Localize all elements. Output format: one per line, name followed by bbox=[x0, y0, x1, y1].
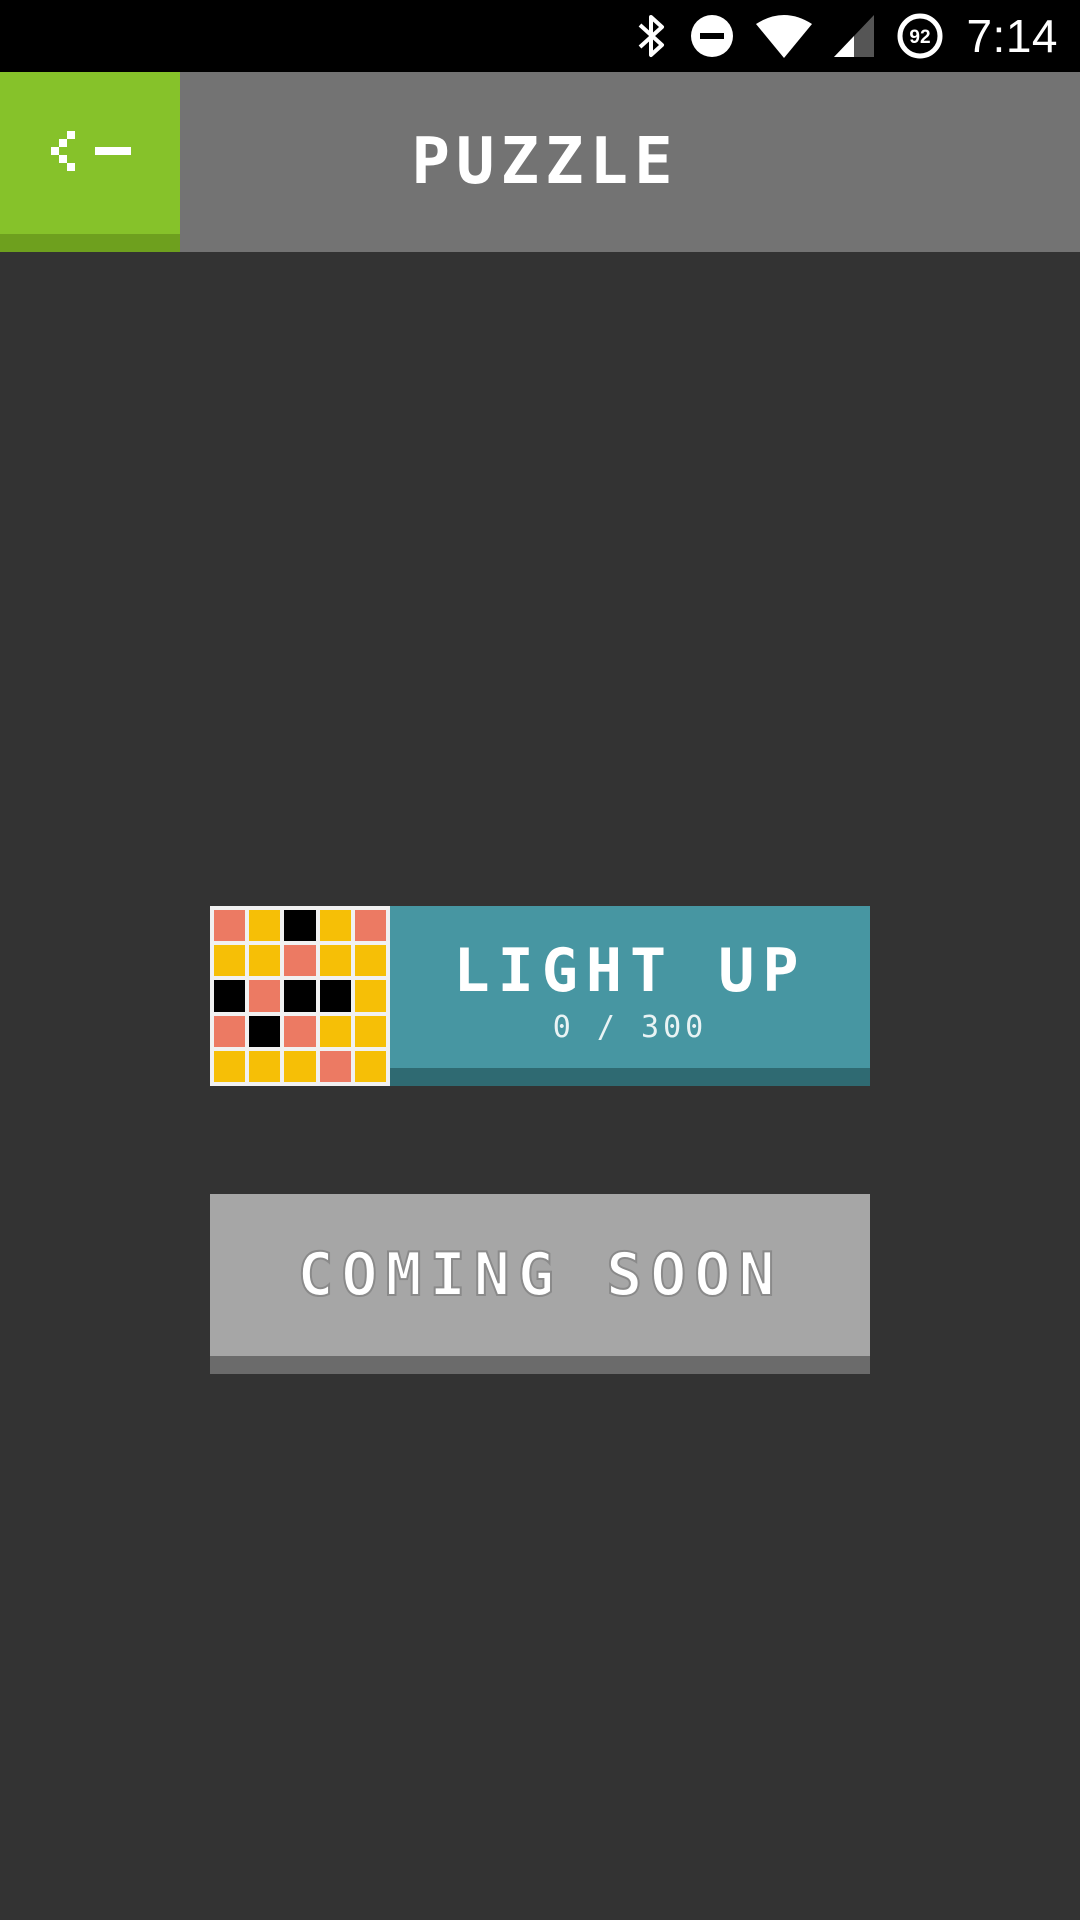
thumbnail-cell bbox=[249, 1015, 281, 1047]
do-not-disturb-icon bbox=[690, 14, 734, 58]
thumbnail-cell bbox=[284, 1015, 316, 1047]
thumbnail-cell bbox=[214, 945, 246, 977]
thumbnail-cell bbox=[354, 980, 386, 1012]
wifi-icon bbox=[756, 14, 813, 58]
battery-icon: 92 bbox=[896, 12, 944, 60]
status-icons: 92 7:14 bbox=[634, 0, 1058, 72]
thumbnail-cell bbox=[249, 945, 281, 977]
thumbnail-cell bbox=[284, 945, 316, 977]
coming-soon-card: COMING SOON bbox=[210, 1194, 870, 1374]
thumbnail-cell bbox=[354, 945, 386, 977]
thumbnail-cell bbox=[319, 1015, 351, 1047]
thumbnail-cell bbox=[319, 910, 351, 942]
thumbnail-cell bbox=[319, 980, 351, 1012]
puzzle-info: LIGHT UP 0 / 300 bbox=[390, 906, 870, 1068]
thumbnail-cell bbox=[354, 1015, 386, 1047]
thumbnail-cell bbox=[214, 910, 246, 942]
thumbnail-cell bbox=[214, 980, 246, 1012]
battery-level: 92 bbox=[910, 27, 931, 48]
bluetooth-icon bbox=[634, 13, 668, 59]
thumbnail-cell bbox=[284, 1050, 316, 1082]
back-button[interactable] bbox=[0, 72, 180, 252]
back-arrow-icon bbox=[47, 127, 133, 179]
puzzle-thumbnail bbox=[210, 906, 390, 1086]
thumbnail-cell bbox=[249, 980, 281, 1012]
thumbnail-cell bbox=[214, 1050, 246, 1082]
cell-signal-icon bbox=[834, 15, 875, 57]
coming-soon-label: COMING SOON bbox=[296, 1239, 783, 1311]
thumbnail-cell bbox=[284, 910, 316, 942]
status-bar: 92 7:14 bbox=[0, 0, 1080, 72]
clock: 7:14 bbox=[966, 10, 1058, 62]
thumbnail-cell bbox=[319, 945, 351, 977]
thumbnail-cell bbox=[354, 1050, 386, 1082]
thumbnail-cell bbox=[284, 980, 316, 1012]
puzzle-card-light-up[interactable]: LIGHT UP 0 / 300 bbox=[210, 906, 870, 1086]
thumbnail-cell bbox=[214, 1015, 246, 1047]
thumbnail-cell bbox=[354, 910, 386, 942]
header-bar: PUZZLE bbox=[0, 72, 1080, 252]
puzzle-progress: 0 / 300 bbox=[552, 1010, 708, 1045]
page-title: PUZZLE bbox=[411, 125, 679, 199]
puzzle-name: LIGHT UP bbox=[453, 936, 807, 1006]
thumbnail-cell bbox=[319, 1050, 351, 1082]
thumbnail-cell bbox=[249, 1050, 281, 1082]
thumbnail-cell bbox=[249, 910, 281, 942]
